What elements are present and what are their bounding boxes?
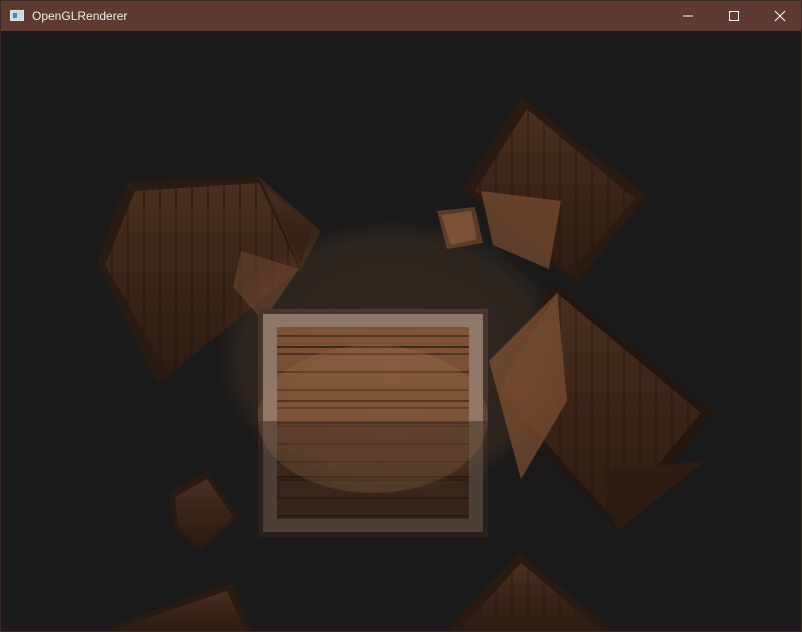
- maximize-icon: [729, 11, 739, 21]
- close-icon: [774, 10, 786, 22]
- close-button[interactable]: [757, 1, 802, 31]
- app-window: OpenGLRenderer: [0, 0, 802, 632]
- minimize-button[interactable]: [665, 1, 711, 31]
- window-title: OpenGLRenderer: [32, 9, 128, 23]
- app-window-icon: [10, 10, 24, 21]
- crate-bottom-center: [447, 553, 613, 631]
- crate-bottom-left: [113, 583, 253, 631]
- title-bar[interactable]: OpenGLRenderer: [1, 1, 801, 31]
- 3d-scene: [97, 97, 713, 631]
- maximize-button[interactable]: [711, 1, 757, 31]
- render-viewport[interactable]: [1, 31, 801, 631]
- crate-small-left: [169, 471, 239, 549]
- minimize-icon: [683, 15, 693, 17]
- spotlight-glow: [215, 219, 571, 495]
